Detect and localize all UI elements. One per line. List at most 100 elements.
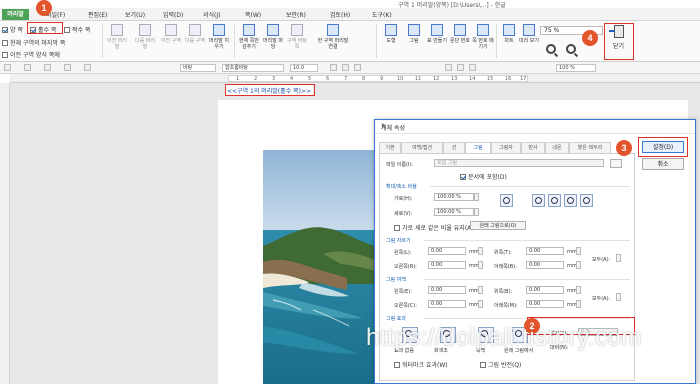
checkbox-box[interactable] <box>480 361 486 368</box>
margin-top-spinner[interactable] <box>576 286 581 294</box>
checkbox-box[interactable] <box>460 173 466 180</box>
checkbox-box[interactable] <box>394 224 400 231</box>
zoom-max-icon[interactable] <box>580 194 593 207</box>
original-size-button[interactable]: 원래 그림으로(O) <box>470 221 526 230</box>
menu-insert[interactable]: 입력(D) <box>163 10 183 19</box>
keep-ratio-checkbox[interactable]: 가로 세로 같은 비율 유지(A) <box>394 223 474 232</box>
watermark-effect-checkbox[interactable]: 워터마크 효과(W) <box>394 360 448 369</box>
prev-header-button[interactable]: 이전 머리말 <box>106 24 128 58</box>
crop-bottom-spinner[interactable] <box>576 261 581 269</box>
table-button[interactable]: 표 만들기 <box>426 24 448 58</box>
shape-button[interactable]: 도형 <box>380 24 402 58</box>
preview-button[interactable]: 미리 보기 <box>518 24 540 58</box>
margin-bottom-spinner[interactable] <box>576 300 581 308</box>
divider <box>424 240 630 241</box>
margin-left-spinner[interactable] <box>478 286 483 294</box>
checkbox-box[interactable] <box>2 39 8 46</box>
crop-left-input[interactable]: 0.00 <box>428 247 466 255</box>
ruler-number: 12 <box>433 76 440 82</box>
margin-top-input[interactable]: 0.00 <box>526 286 564 294</box>
tab-reflection[interactable]: 반사 <box>521 142 545 153</box>
margin-right-input[interactable]: 0.00 <box>428 300 466 308</box>
new-doc-icon[interactable] <box>4 64 11 71</box>
menu-tools[interactable]: 도구(K) <box>372 10 392 19</box>
current-section-last-checkbox[interactable]: 현재 구역의 마지막 쪽 <box>2 38 65 47</box>
margin-all-spinner[interactable] <box>616 293 621 301</box>
redo-icon[interactable] <box>84 64 91 71</box>
crop-bottom-input[interactable]: 0.00 <box>526 261 564 269</box>
line-spacing-select[interactable]: 100 % <box>556 64 596 72</box>
ruler-number: 9 <box>380 76 384 82</box>
chart-button[interactable]: 차트 <box>498 24 520 58</box>
tab-shadow[interactable]: 그림자 <box>491 142 521 153</box>
section-master-page-button[interactable]: 구역 바탕쪽 <box>286 24 308 58</box>
zoom-out-icon[interactable] <box>546 44 556 54</box>
next-header-button[interactable]: 다음 머리말 <box>134 24 156 58</box>
prev-section-button[interactable]: 이전 구역 <box>160 24 182 58</box>
menu-format[interactable]: 서식(J) <box>203 10 221 19</box>
header-gallery-button[interactable]: 머리말 마당 <box>262 24 284 58</box>
width-scale-input[interactable]: 100.00 % <box>434 193 474 201</box>
align-left-icon[interactable] <box>445 64 452 71</box>
checkbox-box[interactable] <box>64 26 70 33</box>
paragraph-number-button[interactable]: 문단 번호 <box>449 24 471 58</box>
zoom-out-scale-icon[interactable] <box>532 194 545 207</box>
italic-icon[interactable] <box>342 64 349 71</box>
crop-top-input[interactable]: 0.00 <box>526 247 564 255</box>
file-name-input[interactable]: 포함 그림 <box>434 159 604 167</box>
crop-right-spinner[interactable] <box>478 261 483 269</box>
font-select[interactable]: 함초롬바탕 <box>222 64 284 72</box>
align-center-icon[interactable] <box>457 64 464 71</box>
tab-margin-caption[interactable]: 여백/캡션 <box>401 142 443 153</box>
save-icon[interactable] <box>44 64 51 71</box>
open-icon[interactable] <box>24 64 31 71</box>
zoom-reset-icon[interactable] <box>548 194 561 207</box>
style-select[interactable]: 바탕 <box>180 64 216 72</box>
height-scale-input[interactable]: 100.00 % <box>434 208 474 216</box>
align-right-icon[interactable] <box>469 64 476 71</box>
menu-view[interactable]: 보기(U) <box>125 10 145 19</box>
crop-left-spinner[interactable] <box>478 247 483 255</box>
crop-top-spinner[interactable] <box>576 247 581 255</box>
margin-left-input[interactable]: 0.00 <box>428 286 466 294</box>
bold-icon[interactable] <box>330 64 337 71</box>
hide-current-page-button[interactable]: 현재 쪽만 감추기 <box>238 24 260 58</box>
both-pages-checkbox[interactable]: 양 쪽 <box>2 25 23 34</box>
crop-all-spinner[interactable] <box>616 254 621 262</box>
height-scale-spinner[interactable] <box>474 208 479 216</box>
width-scale-spinner[interactable] <box>474 193 479 201</box>
margin-right-spinner[interactable] <box>478 300 483 308</box>
delete-header-button[interactable]: 머리말 지우기 <box>208 24 230 58</box>
cancel-button[interactable]: 취소 <box>642 158 684 170</box>
crop-right-input[interactable]: 0.00 <box>428 261 466 269</box>
zoom-in-icon[interactable] <box>566 44 576 54</box>
checkbox-box[interactable] <box>2 26 8 33</box>
next-section-button[interactable]: 다음 구역 <box>184 24 206 58</box>
menu-page[interactable]: 쪽(W) <box>245 10 261 19</box>
picture-button[interactable]: 그림 <box>403 24 425 58</box>
menu-review[interactable]: 검토(H) <box>330 10 350 19</box>
link-section-header-button[interactable]: 한 구역 머리말 연결 <box>316 24 350 58</box>
checkbox-box[interactable] <box>2 51 8 58</box>
fit-scale-icon[interactable] <box>500 194 513 207</box>
tab-basic[interactable]: 기본 <box>379 142 401 153</box>
margin-bottom-input[interactable]: 0.00 <box>526 300 564 308</box>
checkbox-box[interactable] <box>394 361 400 368</box>
tab-neon[interactable]: 네온 <box>545 142 569 153</box>
undo-icon[interactable] <box>64 64 71 71</box>
browse-folder-icon[interactable] <box>610 159 622 168</box>
tab-header[interactable]: 머리말 <box>2 9 29 20</box>
invert-picture-checkbox[interactable]: 그림 반전(Q) <box>480 360 521 369</box>
close-icon[interactable]: × <box>381 123 690 130</box>
tab-line[interactable]: 선 <box>443 142 465 153</box>
even-pages-checkbox[interactable]: 짝수 쪽 <box>64 25 90 34</box>
apply-prev-section-checkbox[interactable]: 이전 구역 양식 쪽에 <box>2 50 60 59</box>
underline-icon[interactable] <box>354 64 361 71</box>
tab-soft-edge[interactable]: 옅은 테두리 <box>569 142 611 153</box>
page-number-button[interactable]: 쪽 번호 매기기 <box>472 24 494 58</box>
zoom-in-scale-icon[interactable] <box>564 194 577 207</box>
embed-in-document-checkbox[interactable]: 문서에 포함(D) <box>460 172 507 181</box>
menu-security[interactable]: 보안(R) <box>286 10 306 19</box>
menu-edit[interactable]: 편집(E) <box>88 10 108 19</box>
font-size-input[interactable]: 10.0 <box>290 64 318 72</box>
